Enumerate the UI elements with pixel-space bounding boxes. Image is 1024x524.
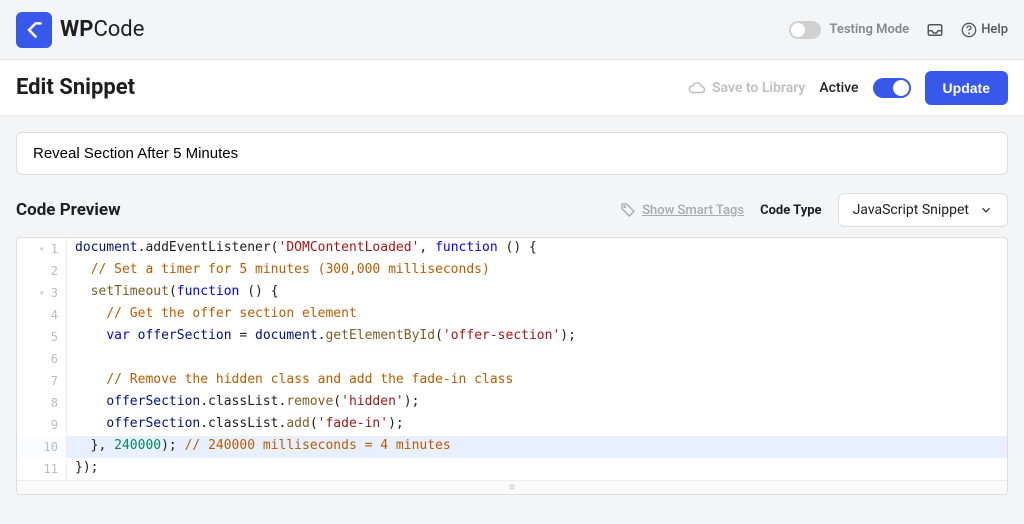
line-gutter: 10 <box>17 436 67 458</box>
code-line[interactable]: 7 // Remove the hidden class and add the… <box>17 370 1007 392</box>
line-content[interactable]: }, 240000); // 240000 milliseconds = 4 m… <box>67 436 1007 458</box>
active-toggle[interactable] <box>873 78 911 98</box>
line-content[interactable]: setTimeout(function () { <box>67 282 1007 304</box>
line-content[interactable]: var offerSection = document.getElementBy… <box>67 326 1007 348</box>
code-type-label: Code Type <box>760 203 822 218</box>
line-content[interactable]: // Set a timer for 5 minutes (300,000 mi… <box>67 260 1007 282</box>
logo-icon <box>16 12 52 48</box>
code-line[interactable]: 8 offerSection.classList.remove('hidden'… <box>17 392 1007 414</box>
help-icon <box>961 22 977 38</box>
code-line[interactable]: 11}); <box>17 458 1007 480</box>
line-gutter: 8 <box>17 392 67 414</box>
code-line[interactable]: 10 }, 240000); // 240000 milliseconds = … <box>17 436 1007 458</box>
line-gutter: ▾3 <box>17 282 67 304</box>
line-content[interactable]: offerSection.classList.add('fade-in'); <box>67 414 1007 436</box>
code-line[interactable]: 2 // Set a timer for 5 minutes (300,000 … <box>17 260 1007 282</box>
code-line[interactable]: 4 // Get the offer section element <box>17 304 1007 326</box>
toggle-off-icon <box>789 21 821 39</box>
line-content[interactable]: offerSection.classList.remove('hidden'); <box>67 392 1007 414</box>
line-gutter: 9 <box>17 414 67 436</box>
line-gutter: ▾1 <box>17 238 67 260</box>
line-gutter: 4 <box>17 304 67 326</box>
snippet-title-input[interactable] <box>16 132 1008 175</box>
logo-text: WPCode <box>60 17 144 42</box>
code-line[interactable]: ▾1document.addEventListener('DOMContentL… <box>17 238 1007 260</box>
line-gutter: 5 <box>17 326 67 348</box>
code-editor[interactable]: ▾1document.addEventListener('DOMContentL… <box>16 237 1008 495</box>
tags-icon <box>620 202 636 218</box>
line-gutter: 6 <box>17 348 67 370</box>
line-content[interactable]: }); <box>67 458 1007 480</box>
line-gutter: 7 <box>17 370 67 392</box>
testing-mode-toggle[interactable]: Testing Mode <box>789 21 909 39</box>
code-preview-title: Code Preview <box>16 200 121 220</box>
cloud-icon <box>688 79 706 97</box>
inbox-icon[interactable] <box>925 20 945 40</box>
code-type-select[interactable]: JavaScript Snippet <box>838 193 1008 227</box>
save-to-library[interactable]: Save to Library <box>688 79 805 97</box>
code-line[interactable]: 6 <box>17 348 1007 370</box>
logo[interactable]: WPCode <box>16 12 144 48</box>
line-content[interactable]: // Remove the hidden class and add the f… <box>67 370 1007 392</box>
line-content[interactable] <box>67 348 1007 370</box>
line-content[interactable]: document.addEventListener('DOMContentLoa… <box>67 238 1007 260</box>
line-gutter: 2 <box>17 260 67 282</box>
active-label: Active <box>819 80 858 96</box>
page-title: Edit Snippet <box>16 75 135 100</box>
line-gutter: 11 <box>17 458 67 480</box>
help-button[interactable]: Help <box>961 22 1008 38</box>
update-button[interactable]: Update <box>925 71 1008 105</box>
line-content[interactable]: // Get the offer section element <box>67 304 1007 326</box>
code-line[interactable]: 9 offerSection.classList.add('fade-in'); <box>17 414 1007 436</box>
code-line[interactable]: ▾3 setTimeout(function () { <box>17 282 1007 304</box>
chevron-down-icon <box>979 203 993 217</box>
resize-handle[interactable]: ≡ <box>17 480 1007 494</box>
code-line[interactable]: 5 var offerSection = document.getElement… <box>17 326 1007 348</box>
show-smart-tags[interactable]: Show Smart Tags <box>620 202 744 218</box>
